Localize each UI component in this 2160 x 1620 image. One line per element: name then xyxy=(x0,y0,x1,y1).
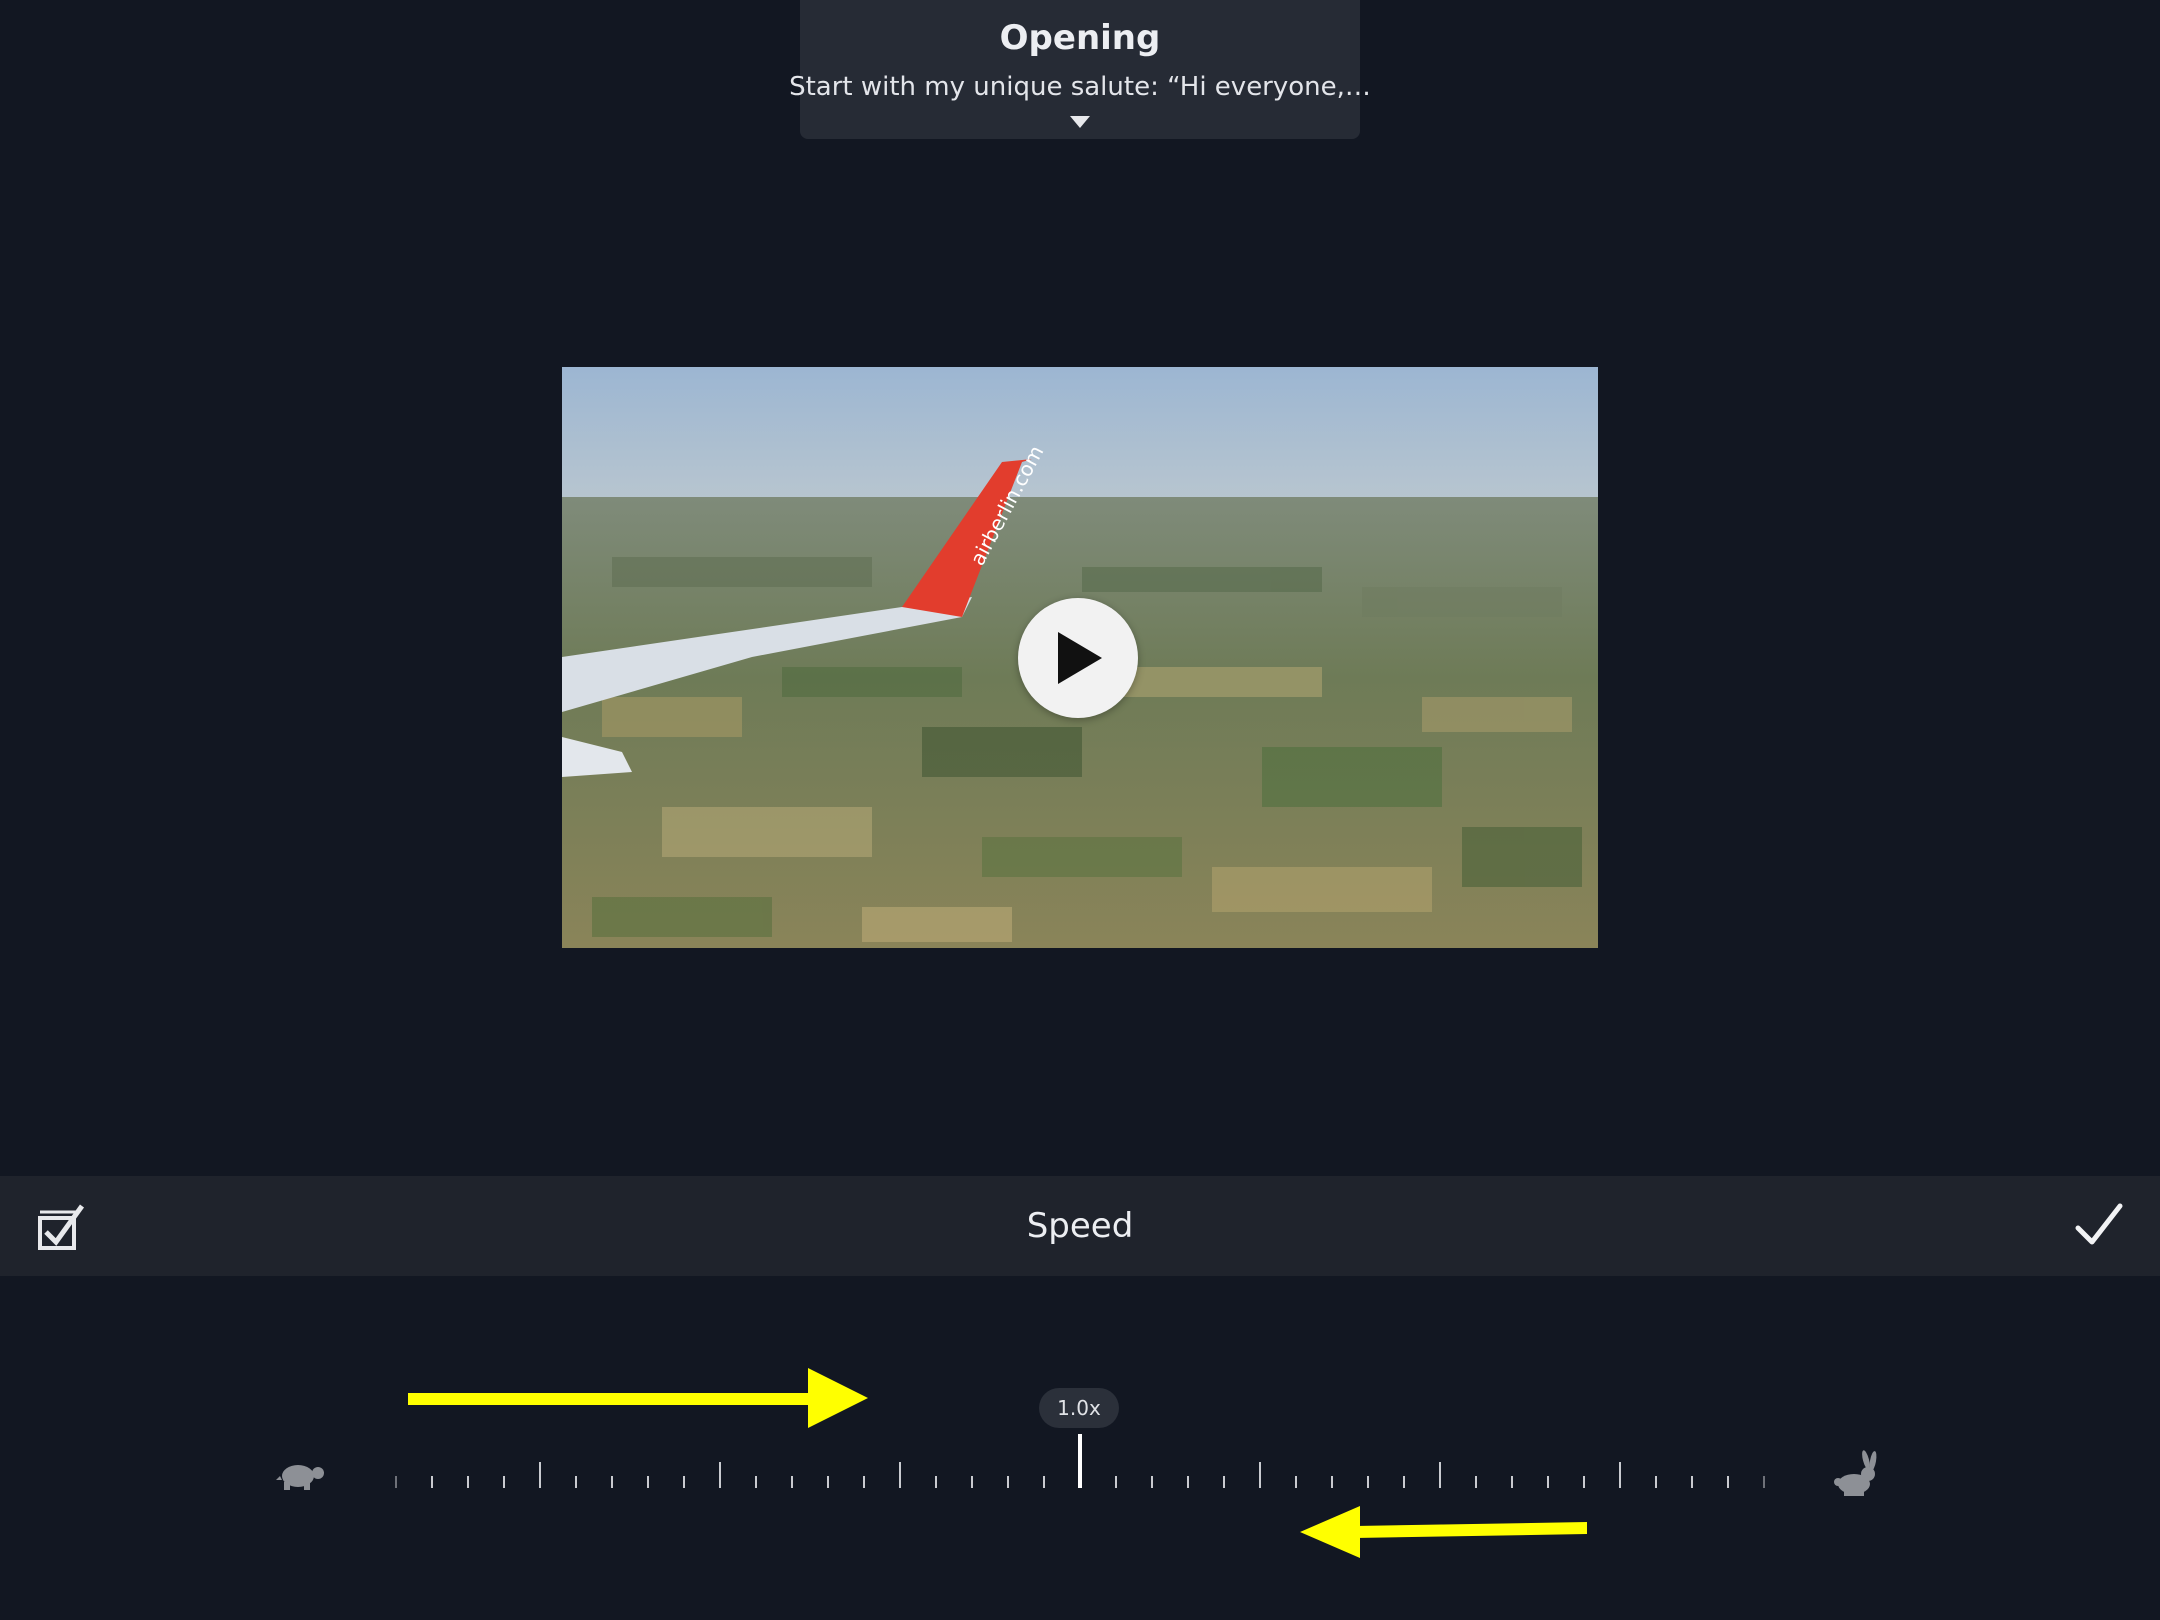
slider-tick xyxy=(827,1476,829,1488)
slider-tick xyxy=(1295,1476,1297,1488)
play-icon xyxy=(1058,632,1102,684)
slider-tick xyxy=(503,1476,505,1488)
slider-tick xyxy=(1619,1462,1621,1488)
caret-down-icon[interactable] xyxy=(1070,116,1090,128)
slider-tick xyxy=(1583,1476,1585,1488)
slider-tick xyxy=(1331,1476,1333,1488)
slider-tick xyxy=(611,1476,613,1488)
clip-subtitle: Start with my unique salute: “Hi everyon… xyxy=(789,72,1371,102)
slider-tick xyxy=(1547,1476,1549,1488)
slider-tick xyxy=(791,1476,793,1488)
annotation-arrow-right xyxy=(408,1368,868,1428)
slider-tick xyxy=(1475,1476,1477,1488)
slider-tick xyxy=(1043,1476,1045,1488)
slider-tick xyxy=(1115,1476,1117,1488)
slider-tick xyxy=(1403,1476,1405,1488)
play-button[interactable] xyxy=(1018,598,1138,718)
slider-tick xyxy=(971,1476,973,1488)
toolbar-title: Speed xyxy=(1026,1206,1134,1246)
slider-tick xyxy=(1763,1476,1765,1488)
video-preview[interactable]: airberlin.com xyxy=(562,367,1598,948)
rabbit-icon[interactable] xyxy=(1832,1450,1880,1500)
slider-tick xyxy=(1223,1476,1225,1488)
slider-tick xyxy=(1187,1476,1189,1488)
slider-tick xyxy=(863,1476,865,1488)
slider-tick xyxy=(1439,1462,1441,1488)
speed-value-badge: 1.0x xyxy=(1039,1388,1119,1428)
slider-tick xyxy=(1007,1476,1009,1488)
slider-handle xyxy=(1078,1434,1082,1488)
clip-title-dropdown[interactable]: Opening Start with my unique salute: “Hi… xyxy=(789,0,1371,139)
editor-toolbar: Speed xyxy=(0,1176,2160,1276)
speed-slider[interactable] xyxy=(380,1434,1780,1510)
slider-tick xyxy=(683,1476,685,1488)
slider-tick xyxy=(1727,1476,1729,1488)
slider-tick xyxy=(395,1476,397,1488)
slider-tick xyxy=(1691,1476,1693,1488)
slider-tick xyxy=(1367,1476,1369,1488)
slider-tick xyxy=(1655,1476,1657,1488)
checkmark-icon[interactable] xyxy=(2074,1202,2124,1248)
slider-tick xyxy=(1511,1476,1513,1488)
slider-tick xyxy=(755,1476,757,1488)
slider-tick xyxy=(467,1476,469,1488)
annotation-arrow-left xyxy=(1300,1506,1587,1558)
slider-tick xyxy=(899,1462,901,1488)
slider-tick xyxy=(431,1476,433,1488)
turtle-icon[interactable] xyxy=(276,1456,326,1496)
clip-title: Opening xyxy=(999,18,1161,58)
slider-tick xyxy=(1259,1462,1261,1488)
slider-tick xyxy=(575,1476,577,1488)
slider-tick xyxy=(719,1462,721,1488)
slider-tick xyxy=(539,1462,541,1488)
slider-tick xyxy=(935,1476,937,1488)
slider-tick xyxy=(1151,1476,1153,1488)
slider-tick xyxy=(647,1476,649,1488)
